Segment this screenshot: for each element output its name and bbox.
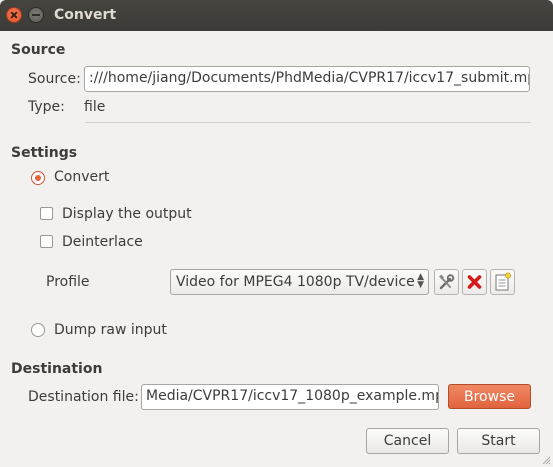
delete-profile-icon [467,275,482,289]
deinterlace-label[interactable]: Deinterlace [62,234,143,250]
source-input[interactable]: :///home/jiang/Documents/PhdMedia/CVPR17… [84,66,530,92]
display-output-checkbox[interactable] [40,207,53,220]
dump-raw-input-label[interactable]: Dump raw input [54,322,167,338]
profile-select-value: Video for MPEG4 1080p TV/device [176,274,415,290]
minimize-window-icon[interactable] [28,7,44,23]
section-divider [85,122,531,123]
destination-file-input[interactable]: Media/CVPR17/iccv17_1080p_example.mp4 [141,384,439,410]
new-profile-icon [495,272,511,291]
source-label: Source: [28,71,81,87]
display-output-label[interactable]: Display the output [62,206,192,222]
settings-heading: Settings [11,145,78,161]
new-profile-button[interactable] [490,269,515,295]
convert-radio[interactable] [31,171,45,185]
cancel-button[interactable]: Cancel [366,428,449,454]
spin-arrows-icon: ▲ ▼ [417,272,424,290]
resize-grip-icon[interactable] [541,455,551,465]
deinterlace-checkbox[interactable] [40,235,53,248]
title-bar[interactable]: Convert [0,0,553,31]
destination-file-label: Destination file: [28,389,139,405]
type-value: file [84,99,106,115]
start-button[interactable]: Start [457,428,540,454]
profile-label: Profile [46,274,90,290]
edit-profile-icon [439,274,455,290]
type-label: Type: [28,99,65,115]
delete-profile-button[interactable] [462,269,487,295]
source-heading: Source [11,42,66,58]
browse-button[interactable]: Browse [448,384,531,409]
window-title: Convert [54,7,117,23]
convert-label[interactable]: Convert [54,169,109,185]
edit-profile-button[interactable] [434,269,459,295]
profile-select[interactable]: Video for MPEG4 1080p TV/device ▲ ▼ [170,269,429,295]
dump-raw-input-radio[interactable] [31,323,45,337]
close-window-icon[interactable] [6,7,22,23]
destination-heading: Destination [11,361,103,377]
